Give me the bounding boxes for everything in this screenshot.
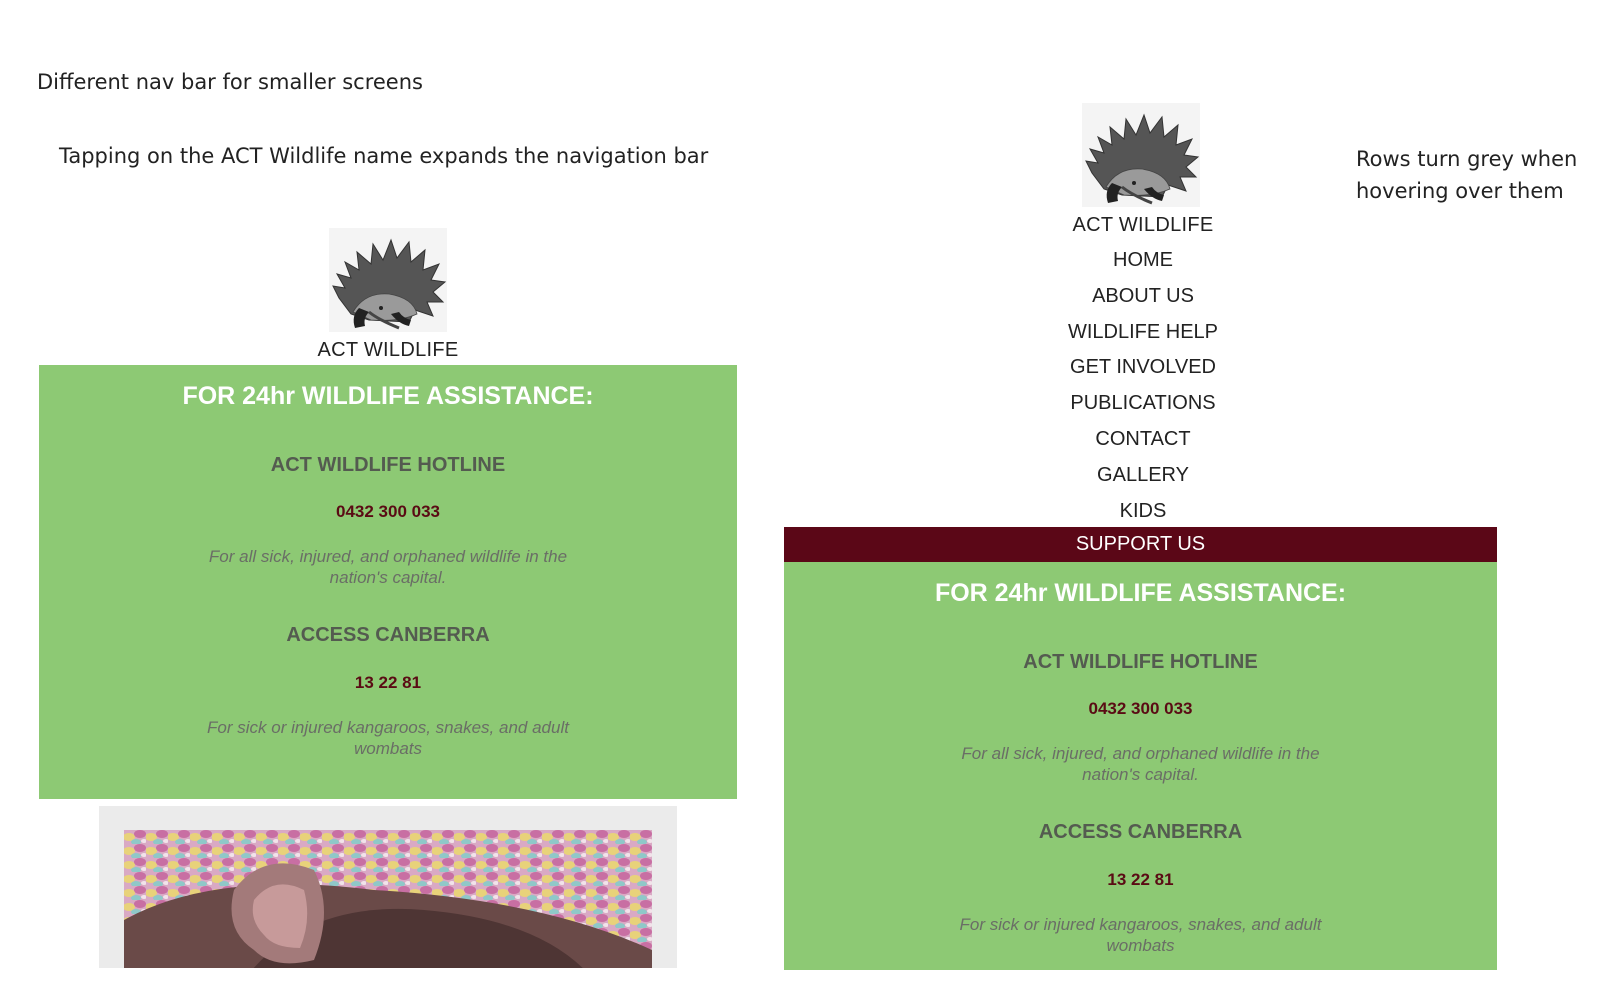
- echidna-logo-icon: [1082, 103, 1200, 207]
- assistance-title: FOR 24hr WILDLIFE ASSISTANCE:: [182, 382, 594, 410]
- expanded-nav-menu: HOME ABOUT US WILDLIFE HELP GET INVOLVED…: [1043, 244, 1243, 530]
- access-canberra-name: ACCESS CANBERRA: [286, 624, 490, 646]
- assistance-title: FOR 24hr WILDLIFE ASSISTANCE:: [934, 579, 1347, 607]
- hotline-phone[interactable]: 0432 300 033: [39, 502, 737, 522]
- brand-name-toggle[interactable]: ACT WILDLIFE: [1043, 214, 1243, 237]
- hotline-description: For all sick, injured, and orphaned wild…: [208, 547, 568, 587]
- nav-item-get-involved[interactable]: GET INVOLVED: [1043, 351, 1243, 387]
- access-canberra-description: For sick or injured kangaroos, snakes, a…: [207, 718, 569, 758]
- nav-item-publications[interactable]: PUBLICATIONS: [1043, 387, 1243, 423]
- nav-item-contact[interactable]: CONTACT: [1043, 423, 1243, 459]
- hotline-name: ACT WILDLIFE HOTLINE: [270, 454, 506, 476]
- assistance-panel: FOR 24hr WILDLIFE ASSISTANCE: ACT WILDLI…: [39, 365, 737, 799]
- note-small-screen-nav: Different nav bar for smaller screens: [37, 70, 423, 94]
- note-tap-expands: Tapping on the ACT Wildlife name expands…: [59, 144, 709, 168]
- hotline-description: For all sick, injured, and orphaned wild…: [961, 744, 1320, 784]
- brand-name-toggle[interactable]: ACT WILDLIFE: [288, 339, 488, 362]
- nav-item-home[interactable]: HOME: [1043, 244, 1243, 280]
- note-hover-grey: Rows turn grey when hovering over them: [1356, 147, 1578, 203]
- access-canberra-phone[interactable]: 13 22 81: [784, 870, 1497, 890]
- support-us-button[interactable]: SUPPORT US: [784, 527, 1497, 562]
- nav-item-gallery[interactable]: GALLERY: [1043, 459, 1243, 495]
- access-canberra-name: ACCESS CANBERRA: [1038, 821, 1243, 843]
- gallery-photo-frame: [99, 806, 677, 968]
- access-canberra-description: For sick or injured kangaroos, snakes, a…: [959, 915, 1322, 955]
- hotline-phone[interactable]: 0432 300 033: [784, 699, 1497, 719]
- echidna-logo-icon: [329, 228, 447, 332]
- access-canberra-phone[interactable]: 13 22 81: [39, 673, 737, 693]
- hotline-name: ACT WILDLIFE HOTLINE: [1023, 651, 1258, 673]
- baby-wombat-photo: [124, 830, 652, 968]
- nav-item-kids[interactable]: KIDS: [1043, 495, 1243, 531]
- nav-item-wildlife-help[interactable]: WILDLIFE HELP: [1043, 316, 1243, 352]
- nav-item-about-us[interactable]: ABOUT US: [1043, 280, 1243, 316]
- assistance-panel: FOR 24hr WILDLIFE ASSISTANCE: ACT WILDLI…: [784, 562, 1497, 970]
